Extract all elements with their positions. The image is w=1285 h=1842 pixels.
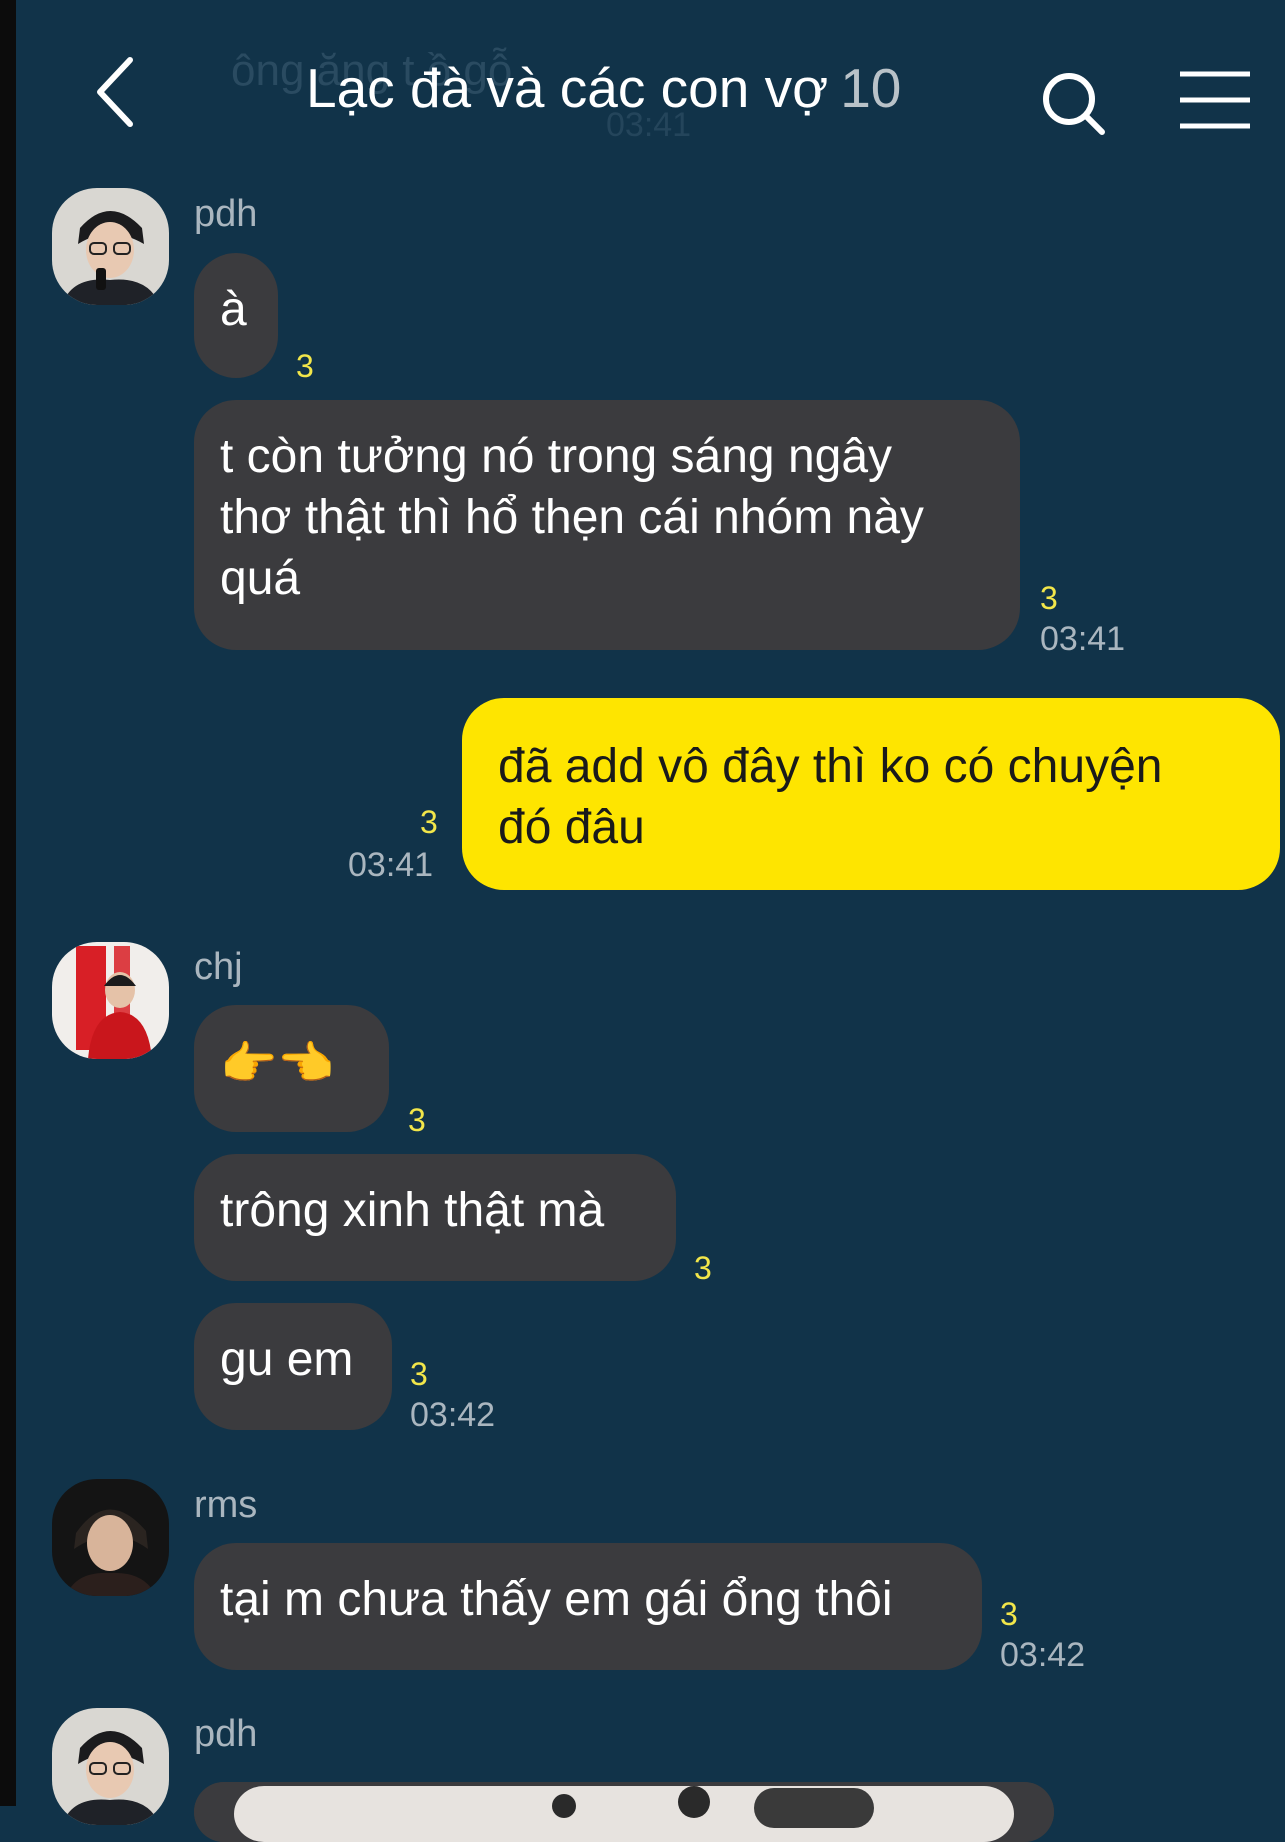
message-time: 03:41 [1040,620,1126,658]
message-bubble[interactable]: à [194,253,278,378]
unread-count: 3 [408,1102,426,1138]
unread-count: 3 [410,1356,428,1392]
chat-header: ông ăng t ồ gỗ 03:41 Lạc đà và các con v… [16,0,1285,160]
menu-button[interactable] [1176,66,1256,136]
chevron-left-icon [97,57,133,127]
sender-name: rms [194,1484,258,1526]
message-bubble[interactable]: t còn tưởng nó trong sáng ngây thơ thật … [194,400,1020,650]
message-bubble[interactable]: trông xinh thật mà [194,1154,676,1281]
member-count: 10 [840,57,902,119]
chat-title: Lạc đà và các con vợ 10 [306,56,901,120]
avatar-chj[interactable] [52,942,169,1059]
avatar-photo [52,942,169,1059]
avatar-pdh[interactable] [52,188,169,305]
search-button[interactable] [1036,66,1116,146]
avatar-rms[interactable] [52,1479,169,1596]
back-button[interactable] [82,52,152,132]
avatar-photo [52,188,169,305]
left-edge-strip [0,0,16,1806]
sender-name: pdh [194,1713,258,1755]
avatar-pdh[interactable] [52,1708,169,1825]
avatar-photo [52,1708,169,1825]
unread-count: 3 [420,804,438,840]
hamburger-menu-icon [1180,71,1250,129]
message-time: 03:41 [348,846,434,884]
message-bubble[interactable]: gu em [194,1303,392,1430]
unread-count: 3 [694,1250,712,1286]
my-message-bubble[interactable]: đã add vô đây thì ko có chuyện đó đâu [462,698,1280,890]
search-icon [1043,73,1105,135]
sender-name: pdh [194,193,258,235]
chat-title-text: Lạc đà và các con vợ [306,57,829,119]
message-bubble[interactable]: tại m chưa thấy em gái ổng thôi [194,1543,982,1670]
avatar-photo [52,1479,169,1596]
message-bubble[interactable]: 👉👈 [194,1005,389,1132]
message-time: 03:42 [410,1396,496,1434]
image-message[interactable] [194,1782,1054,1842]
image-preview [194,1782,1054,1842]
unread-count: 3 [1000,1596,1018,1632]
sender-name: chj [194,946,243,988]
unread-count: 3 [1040,580,1058,616]
unread-count: 3 [296,348,314,384]
message-time: 03:42 [1000,1636,1086,1674]
